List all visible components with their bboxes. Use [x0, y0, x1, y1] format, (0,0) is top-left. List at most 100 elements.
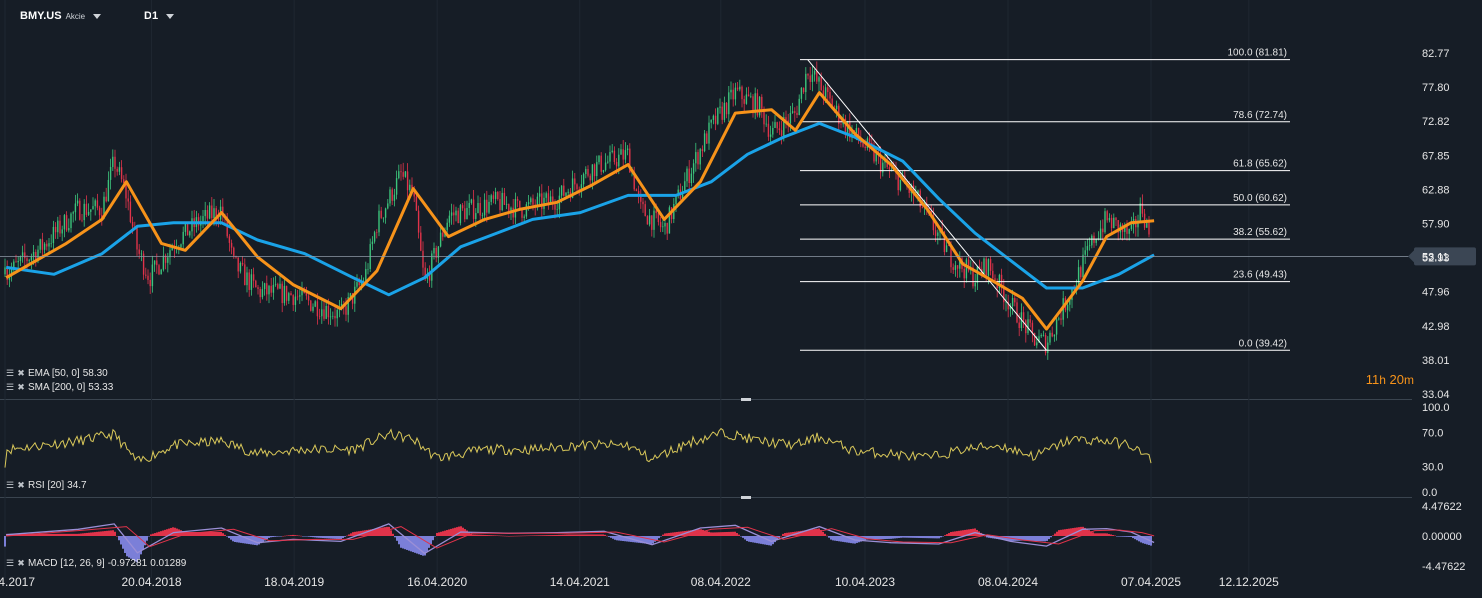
candle-body	[794, 111, 796, 113]
macd-histogram-bar	[894, 536, 896, 539]
macd-histogram-bar	[666, 533, 668, 536]
macd-histogram-bar	[836, 536, 838, 541]
macd-histogram-bar	[238, 536, 240, 543]
price-axis-tick: 77.80	[1422, 82, 1450, 94]
candle-body	[1036, 342, 1038, 346]
candle-body	[380, 210, 382, 218]
macd-histogram-bar	[274, 536, 276, 537]
candle-body	[431, 253, 433, 281]
macd-histogram-bar	[316, 536, 318, 538]
macd-histogram-bar	[350, 533, 352, 536]
candle-body	[61, 229, 63, 234]
sma-legend: ☰ ✖ SMA [200, 0] 53.33	[6, 382, 113, 393]
candle-body	[30, 256, 33, 261]
candle-body	[765, 123, 767, 125]
macd-histogram-bar	[1118, 536, 1120, 537]
candle-body	[582, 174, 585, 185]
macd-histogram-bar	[446, 530, 448, 536]
close-icon[interactable]: ✖	[17, 480, 25, 491]
rsi-axis-tick: 100.0	[1422, 402, 1450, 414]
macd-histogram-bar	[296, 535, 298, 536]
candle-body	[521, 209, 523, 218]
macd-histogram-bar	[166, 529, 168, 536]
macd-histogram-bar	[742, 536, 744, 538]
macd-histogram-bar	[784, 533, 786, 536]
macd-histogram-bar	[954, 531, 956, 536]
candle-body	[596, 162, 598, 177]
candle-body	[345, 306, 347, 315]
candle-body	[129, 201, 132, 222]
macd-histogram-bar	[904, 536, 906, 538]
settings-lines-icon[interactable]: ☰	[6, 368, 14, 379]
candle-body	[899, 179, 902, 191]
candle-body	[263, 283, 266, 290]
candle-body	[499, 199, 501, 211]
candle-body	[527, 202, 530, 205]
candle-body	[937, 232, 939, 236]
macd-histogram-bar	[1066, 528, 1068, 536]
macd-histogram-bar	[86, 532, 88, 536]
candle-body	[109, 166, 112, 180]
macd-histogram-bar	[608, 536, 610, 537]
candle-body	[662, 226, 664, 228]
candle-body	[105, 196, 107, 202]
macd-histogram-bar	[76, 533, 78, 536]
candle-body	[565, 192, 567, 196]
macd-histogram-bar	[1058, 530, 1060, 536]
macd-histogram-bar	[946, 534, 948, 536]
macd-histogram-bar	[130, 536, 132, 559]
macd-histogram-bar	[318, 536, 320, 538]
candle-body	[1106, 211, 1108, 221]
macd-histogram-bar	[104, 531, 106, 536]
candle-body	[1115, 217, 1117, 221]
macd-histogram-bar	[240, 536, 242, 543]
macd-histogram-bar	[148, 536, 150, 537]
macd-histogram-bar	[292, 534, 294, 536]
pane-resize-handle[interactable]	[741, 496, 751, 499]
candle-body	[420, 232, 422, 251]
close-icon[interactable]: ✖	[17, 368, 25, 379]
settings-lines-icon[interactable]: ☰	[6, 480, 14, 491]
macd-histogram-bar	[588, 534, 590, 536]
macd-histogram-bar	[386, 526, 388, 536]
candle-body	[567, 191, 569, 193]
macd-histogram-bar	[922, 536, 924, 539]
macd-histogram-bar	[1046, 536, 1048, 541]
candle-body	[261, 289, 264, 298]
macd-histogram-bar	[162, 530, 164, 536]
candle-body	[120, 167, 123, 180]
candle-body	[356, 282, 358, 287]
candle-body	[626, 148, 629, 151]
macd-histogram-bar	[1100, 533, 1102, 536]
macd-histogram-bar	[708, 531, 710, 536]
macd-histogram-bar	[560, 534, 562, 536]
candle-body	[310, 300, 312, 311]
macd-histogram-bar	[160, 531, 162, 536]
timer-minutes: 20	[1389, 372, 1404, 387]
macd-histogram-bar	[460, 526, 462, 536]
settings-lines-icon[interactable]: ☰	[6, 382, 14, 393]
candle-body	[459, 205, 462, 224]
close-icon[interactable]: ✖	[17, 558, 25, 569]
macd-histogram-bar	[328, 536, 330, 539]
macd-histogram-bar	[744, 536, 746, 540]
candle-body	[983, 258, 985, 274]
macd-histogram-bar	[1086, 529, 1088, 536]
candle-body	[92, 206, 94, 210]
macd-histogram-bar	[668, 532, 670, 536]
pane-resize-handle[interactable]	[741, 398, 751, 401]
candle-body	[697, 152, 699, 165]
candle-body	[560, 185, 563, 196]
macd-histogram-bar	[98, 531, 100, 536]
macd-histogram-bar	[750, 536, 752, 543]
settings-lines-icon[interactable]: ☰	[6, 558, 14, 569]
macd-histogram-bar	[474, 534, 476, 536]
macd-histogram-bar	[532, 535, 534, 536]
candle-body	[151, 264, 154, 287]
macd-histogram-bar	[916, 536, 918, 538]
close-icon[interactable]: ✖	[17, 382, 25, 393]
macd-histogram-bar	[544, 535, 546, 536]
macd-histogram-bar	[486, 535, 488, 536]
candle-body	[371, 241, 374, 245]
macd-histogram-bar	[570, 534, 572, 536]
